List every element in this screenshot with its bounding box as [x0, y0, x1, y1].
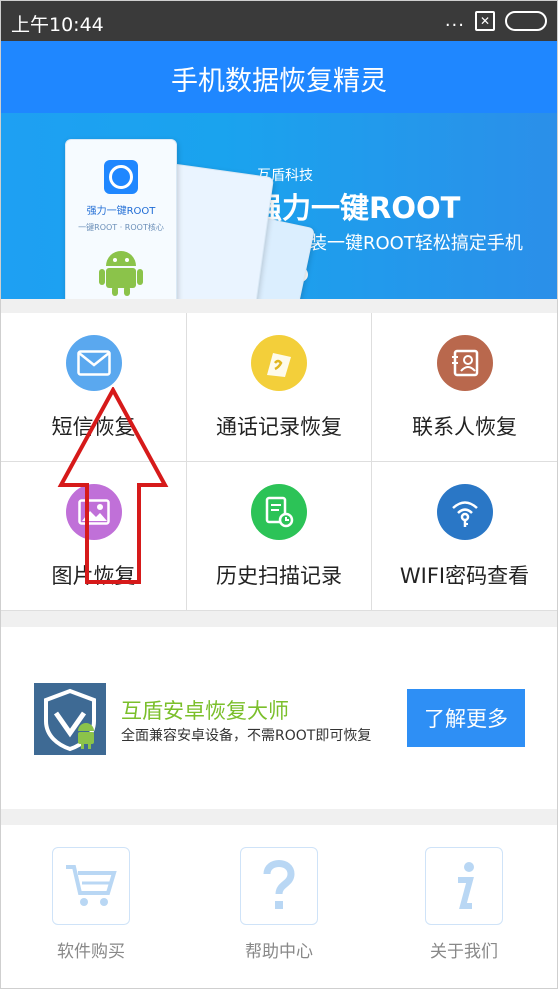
nav-label: 帮助中心	[245, 942, 313, 962]
feature-wifi-password[interactable]: WIFI密码查看	[372, 462, 557, 611]
phone-note-icon	[251, 335, 307, 391]
section-divider	[1, 809, 557, 825]
battery-icon	[505, 10, 547, 31]
nav-about[interactable]: 关于我们	[404, 847, 524, 962]
feature-scan-history[interactable]: 历史扫描记录	[187, 462, 372, 611]
app-screen: 上午10:44 ... ✕ 手机数据恢复精灵 强力一键ROOT 一键ROOT ·…	[0, 0, 558, 989]
feature-label: WIFI密码查看	[399, 564, 530, 588]
section-divider	[1, 299, 557, 313]
document-clock-icon	[251, 484, 307, 540]
status-bar: 上午10:44 ... ✕	[1, 1, 557, 41]
wifi-key-icon	[436, 484, 493, 540]
feature-label: 通话记录恢复	[216, 415, 342, 439]
no-sim-icon: ✕	[475, 10, 495, 31]
promo-card: 互盾安卓恢复大师 全面兼容安卓设备，不需ROOT即可恢复 了解更多	[1, 627, 557, 809]
status-time: 上午10:44	[11, 14, 104, 36]
root-app-icon	[104, 160, 138, 194]
feature-grid: 短信恢复 通话记录恢复 联系人恢复 图片恢复 历史扫描记录 WIFI密码查看	[1, 313, 557, 611]
title-bar: 手机数据恢复精灵	[1, 41, 557, 113]
feature-label: 历史扫描记录	[216, 564, 342, 588]
phone-app-sub: 一键ROOT · ROOT核心	[78, 223, 164, 232]
promo-app-name: 互盾安卓恢复大师	[121, 699, 289, 723]
phone-mockup-front: 强力一键ROOT 一键ROOT · ROOT核心	[65, 139, 177, 299]
feature-photo-recovery[interactable]: 图片恢复	[1, 462, 187, 611]
nav-label: 软件购买	[57, 942, 125, 962]
learn-more-button[interactable]: 了解更多	[407, 689, 525, 747]
promo-app-desc: 全面兼容安卓设备，不需ROOT即可恢复	[121, 728, 372, 744]
nav-label: 关于我们	[430, 942, 498, 962]
envelope-icon	[65, 335, 122, 391]
section-divider	[1, 611, 557, 627]
promo-banner[interactable]: 强力一键ROOT 一键ROOT · ROOT核心 互盾科技 强力一键ROOT 一…	[1, 113, 557, 299]
contact-card-icon	[436, 335, 493, 391]
bottom-nav: 软件购买 帮助中心 关于我们	[1, 825, 557, 988]
feature-label: 短信恢复	[51, 415, 136, 439]
feature-label: 图片恢复	[51, 564, 136, 588]
feature-label: 联系人恢复	[412, 415, 517, 439]
shield-logo-icon	[34, 683, 106, 755]
feature-call-log-recovery[interactable]: 通话记录恢复	[187, 313, 372, 462]
info-icon	[425, 847, 503, 925]
question-icon	[240, 847, 318, 925]
cart-icon	[52, 847, 130, 925]
banner-headline: 强力一键ROOT	[253, 191, 461, 225]
nav-help[interactable]: 帮助中心	[219, 847, 339, 962]
status-icons: ... ✕	[445, 10, 547, 31]
android-robot-icon	[99, 251, 143, 296]
more-dots-icon: ...	[444, 10, 465, 31]
page-title: 手机数据恢复精灵	[171, 66, 387, 97]
feature-sms-recovery[interactable]: 短信恢复	[1, 313, 187, 462]
image-icon	[65, 484, 122, 540]
phone-app-label: 强力一键ROOT	[86, 206, 156, 217]
nav-purchase[interactable]: 软件购买	[31, 847, 151, 962]
feature-contacts-recovery[interactable]: 联系人恢复	[372, 313, 557, 462]
